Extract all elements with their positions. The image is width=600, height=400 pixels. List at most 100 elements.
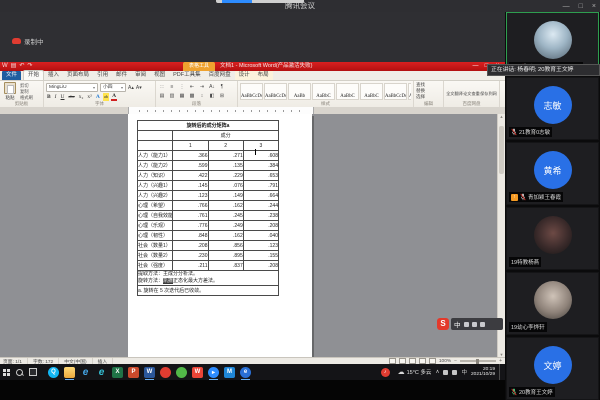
ime-keyboard-icon[interactable] — [472, 322, 477, 327]
scroll-up-icon[interactable]: ▲ — [498, 114, 505, 119]
360-icon[interactable] — [160, 367, 171, 378]
ribbon-tab[interactable]: 文件 — [2, 71, 21, 80]
style-gallery-item[interactable]: AaBbC 标题 — [336, 83, 359, 100]
style-gallery-item[interactable]: AaBbC 副标题 — [360, 83, 383, 100]
italic-button[interactable]: I — [54, 93, 58, 101]
ie-icon[interactable]: e — [80, 367, 91, 378]
grow-font-icon[interactable]: A▴ — [128, 85, 134, 91]
font-name-select[interactable]: MingLiU▾ — [46, 83, 98, 92]
style-gallery-item[interactable]: AaBbCcDd 无间隔 — [264, 83, 287, 100]
borders-icon[interactable]: ⊞ — [218, 92, 226, 100]
clipboard-mini-button[interactable]: 格式刷 — [20, 95, 33, 101]
font-color-button[interactable]: A — [111, 93, 117, 101]
shrink-font-icon[interactable]: A▾ — [136, 85, 142, 91]
participant-tile[interactable]: 文婷 ↑ 20教育王文婷 — [506, 337, 599, 400]
subscript-button[interactable]: x₂ — [78, 93, 85, 101]
ribbon-tab[interactable]: 设计 — [235, 71, 254, 80]
zoom-slider[interactable] — [460, 360, 496, 362]
justify-icon[interactable]: ▩ — [188, 92, 196, 100]
underline-button[interactable]: U — [60, 93, 66, 101]
ribbon-tab[interactable]: 布局 — [254, 71, 273, 80]
ime-logo-icon[interactable]: S — [437, 318, 449, 330]
tencent-meeting-icon[interactable]: ▸ — [208, 367, 219, 378]
qq-icon[interactable]: Q — [48, 367, 59, 378]
show-desktop-button[interactable] — [499, 364, 503, 380]
ime-toolbox-icon[interactable] — [480, 322, 485, 327]
style-gallery-item[interactable]: AaBb 标题 1 — [288, 83, 311, 100]
word-logo-icon[interactable]: W — [2, 62, 8, 71]
ribbon-tab[interactable]: 百度网盘 — [205, 71, 235, 80]
scrollbar-thumb[interactable] — [499, 126, 504, 174]
increase-indent-icon[interactable]: ⇥ — [198, 83, 206, 91]
highlight-button[interactable]: ab — [103, 93, 109, 101]
participant-tile[interactable]: 黄希 ↑ 青加颖王春霞 — [506, 142, 599, 205]
powerpoint-icon[interactable]: P — [128, 367, 139, 378]
ribbon-tab[interactable]: 邮件 — [112, 71, 131, 80]
paste-button[interactable]: 粘贴 — [2, 82, 18, 101]
network-icon[interactable] — [443, 370, 448, 375]
participant-tile[interactable]: 志敏 ↑ 21教育0志敏 — [506, 77, 599, 140]
document-page[interactable]: 旋转后的成分矩阵a 成分 1 2 3 — [128, 114, 312, 357]
browser-icon[interactable]: e — [240, 367, 251, 378]
excel-icon[interactable]: X — [112, 367, 123, 378]
plugin-button[interactable]: 全文翻译 — [446, 82, 463, 101]
bullets-icon[interactable]: ∷ — [158, 83, 166, 91]
style-gallery-item[interactable]: AaBbCcDd 正文 — [240, 83, 263, 100]
edge-icon[interactable]: e — [96, 367, 107, 378]
plugin-button[interactable]: 论文查重 — [463, 82, 480, 101]
bold-button[interactable]: B — [46, 93, 52, 101]
weather-widget[interactable]: ☁15°C 多云 — [398, 368, 432, 376]
show-marks-icon[interactable]: ¶ — [218, 83, 226, 91]
wps-icon[interactable]: W — [192, 367, 203, 378]
style-gallery-item[interactable]: AaBbCcDd 强调 — [408, 83, 411, 100]
clipboard-mini-button[interactable]: 剪切 — [20, 83, 33, 89]
maximize-icon[interactable]: □ — [579, 3, 583, 10]
ime-mode-toggle[interactable]: 中 — [454, 319, 461, 329]
share-controlbar-collapsed[interactable] — [216, 0, 304, 3]
minimize-icon[interactable]: — — [563, 3, 570, 10]
align-right-icon[interactable]: ▦ — [178, 92, 186, 100]
volume-icon[interactable] — [452, 370, 457, 375]
align-center-icon[interactable]: ▥ — [168, 92, 176, 100]
sort-icon[interactable]: A↓ — [208, 83, 216, 91]
word-minimize-icon[interactable]: — — [470, 62, 481, 71]
participant-tile[interactable]: ↑ 19特教杨燕 — [506, 207, 599, 270]
taskbar-search-button[interactable] — [13, 363, 26, 381]
line-spacing-icon[interactable]: ↕ — [198, 92, 206, 100]
numbering-icon[interactable]: ≡ — [168, 83, 176, 91]
ribbon-tab[interactable]: 引用 — [93, 71, 112, 80]
file-explorer-icon[interactable] — [64, 367, 75, 378]
decrease-indent-icon[interactable]: ⇤ — [188, 83, 196, 91]
editing-menu-item[interactable]: 选择 — [416, 94, 441, 100]
style-gallery-item[interactable]: AaBbC 标题 2 — [312, 83, 335, 100]
text-effects-button[interactable]: A — [95, 93, 101, 101]
ribbon-tab[interactable]: PDF工具集 — [169, 71, 205, 80]
shading-icon[interactable]: ◧ — [208, 92, 216, 100]
align-left-icon[interactable]: ▤ — [158, 92, 166, 100]
plugin-button[interactable]: 保存到网盘 — [480, 82, 497, 101]
music-app-icon[interactable]: ♪ — [381, 368, 390, 377]
style-gallery-item[interactable]: AaBbCcDd 不明显强调 — [384, 83, 407, 100]
mail-icon[interactable]: M — [224, 367, 235, 378]
superscript-button[interactable]: x² — [86, 93, 92, 101]
word-titlebar[interactable]: W▤↶↷ 表格工具 文档1 - Microsoft Word(产品激活失败) —… — [0, 62, 505, 71]
green-app-icon[interactable] — [176, 367, 187, 378]
zoom-level[interactable]: 100% — [439, 359, 451, 364]
ribbon-tab[interactable]: 开始 — [23, 70, 44, 80]
word-icon[interactable]: W — [144, 367, 155, 378]
strikethrough-button[interactable]: abc — [68, 93, 76, 101]
close-icon[interactable]: × — [592, 3, 596, 10]
ribbon-tab[interactable]: 页面布局 — [63, 71, 93, 80]
ime-pen-icon[interactable] — [464, 322, 469, 327]
ribbon-tab[interactable]: 审阅 — [131, 71, 150, 80]
ribbon-tab[interactable]: 视图 — [150, 71, 169, 80]
save-icon[interactable]: ▤ — [11, 62, 17, 71]
input-language-indicator[interactable]: 中 — [461, 368, 467, 376]
task-view-button[interactable] — [26, 363, 39, 381]
multilevel-list-icon[interactable]: ⋮ — [178, 83, 186, 91]
font-size-select[interactable]: 小四▾ — [100, 83, 126, 92]
tray-expand-icon[interactable]: ∧ — [435, 369, 439, 375]
clipboard-mini-button[interactable]: 复制 — [20, 89, 33, 95]
participant-tile[interactable]: ↑ 19幼心李烨轩 — [506, 272, 599, 335]
taskbar-clock[interactable]: 20:19 2021/10/29 — [471, 367, 495, 378]
